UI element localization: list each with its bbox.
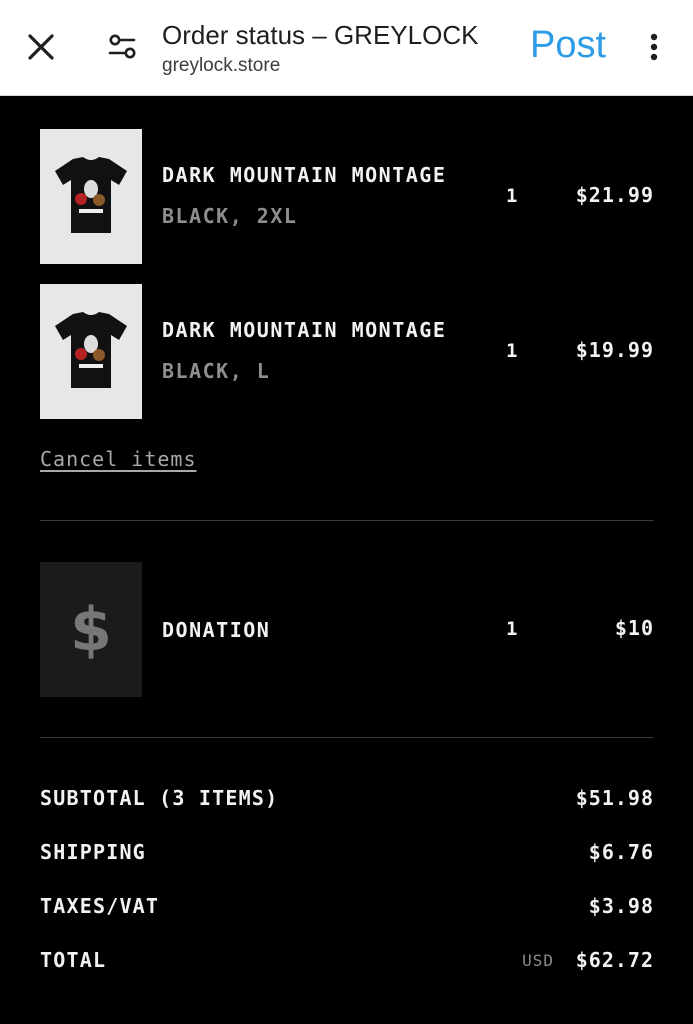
close-icon[interactable] — [22, 28, 60, 66]
page-info[interactable]: Order status – GREYLOCK greylock.store — [162, 18, 512, 79]
taxes-value: $3.98 — [588, 894, 654, 918]
divider — [40, 520, 654, 521]
total-label: TOTAL — [40, 948, 107, 972]
page-title: Order status – GREYLOCK — [162, 20, 479, 50]
item-name: DARK MOUNTAIN MONTAGE — [162, 163, 447, 187]
post-button[interactable]: Post — [530, 22, 606, 68]
browser-top-bar: Order status – GREYLOCK greylock.store P… — [0, 0, 693, 96]
subtotal-row: SUBTOTAL (3 ITEMS) $51.98 — [40, 786, 654, 816]
item-price: $21.99 — [575, 183, 654, 207]
product-image — [40, 129, 142, 264]
subtotal-label: SUBTOTAL (3 ITEMS) — [40, 786, 279, 810]
taxes-label: TAXES/VAT — [40, 894, 160, 918]
total-row: TOTAL USD $62.72 — [40, 948, 654, 978]
shipping-row: SHIPPING $6.76 — [40, 840, 654, 870]
item-quantity: 1 — [506, 618, 518, 640]
shipping-label: SHIPPING — [40, 840, 146, 864]
item-quantity: 1 — [506, 185, 518, 207]
currency-code: USD — [522, 951, 554, 970]
cancel-items-link[interactable]: Cancel items — [40, 447, 197, 471]
item-price: $10 — [614, 616, 654, 640]
dollar-icon: $ — [70, 594, 112, 665]
total-value: $62.72 — [575, 948, 654, 972]
item-price: $19.99 — [575, 338, 654, 362]
order-item: DARK MOUNTAIN MONTAGE BLACK, 2XL 1 $21.9… — [40, 129, 654, 264]
item-quantity: 1 — [506, 340, 518, 362]
item-name: DARK MOUNTAIN MONTAGE — [162, 318, 447, 342]
item-variant: BLACK, 2XL — [162, 204, 298, 228]
donation-item: $ DONATION 1 $10 — [40, 562, 654, 697]
item-name: DONATION — [162, 618, 271, 642]
product-image — [40, 284, 142, 419]
subtotal-value: $51.98 — [575, 786, 654, 810]
order-item: DARK MOUNTAIN MONTAGE BLACK, L 1 $19.99 — [40, 284, 654, 419]
more-vertical-icon[interactable] — [640, 28, 668, 66]
page-url: greylock.store — [162, 55, 281, 76]
tune-icon[interactable] — [104, 28, 142, 66]
donation-image: $ — [40, 562, 142, 697]
divider — [40, 737, 654, 738]
taxes-row: TAXES/VAT $3.98 — [40, 894, 654, 924]
item-variant: BLACK, L — [162, 359, 271, 383]
shipping-value: $6.76 — [588, 840, 654, 864]
